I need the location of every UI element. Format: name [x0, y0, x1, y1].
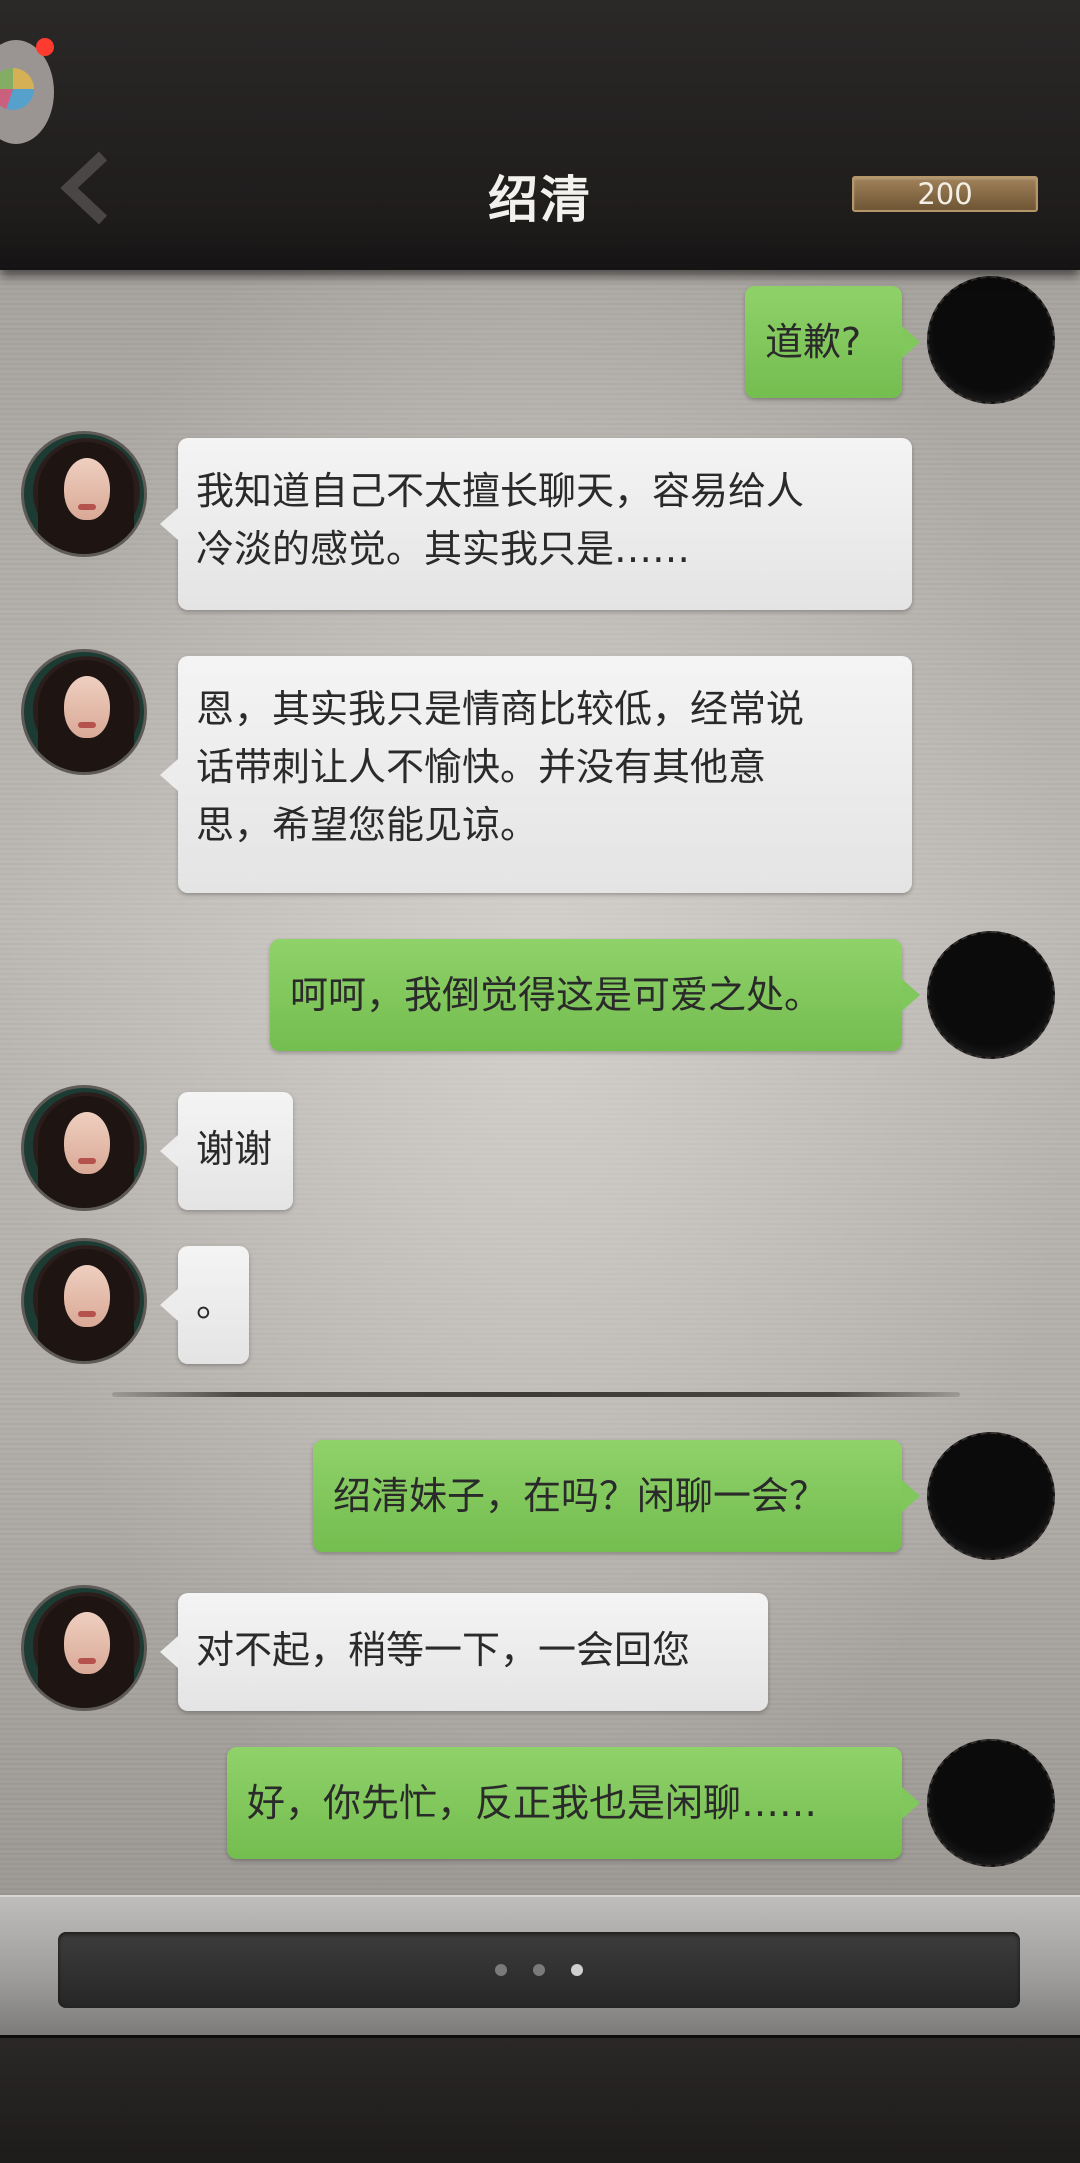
- typing-indicator-bar[interactable]: [58, 1932, 1020, 2008]
- contact-avatar[interactable]: [21, 649, 147, 775]
- outgoing-message-bubble: 道歉?: [745, 286, 920, 398]
- incoming-message-bubble: 。: [160, 1246, 249, 1364]
- chevron-left-icon: [60, 151, 108, 225]
- message-text: 呵呵，我倒觉得这是可爱之处。: [290, 973, 823, 1017]
- top-bar: 绍清 200: [0, 0, 1080, 270]
- app-launcher-icon: [0, 68, 34, 110]
- player-avatar[interactable]: [927, 931, 1055, 1059]
- player-avatar[interactable]: [927, 276, 1055, 404]
- message-line: 恩，其实我只是情商比较低，经常说: [196, 687, 805, 731]
- contact-avatar[interactable]: [21, 1238, 147, 1364]
- incoming-message-bubble: 我知道自己不太擅长聊天，容易给人 冷淡的感觉。其实我只是……: [160, 438, 912, 610]
- message-text: 。: [196, 1281, 235, 1325]
- chat-area[interactable]: 道歉? 我知道自己不太擅长聊天，容易给人 冷淡的感觉。其实我只是…… 恩，其实我…: [0, 270, 1080, 1895]
- bottom-bar: [0, 2035, 1080, 2163]
- contact-avatar[interactable]: [21, 1085, 147, 1211]
- incoming-message-bubble: 恩，其实我只是情商比较低，经常说 话带刺让人不愉快。并没有其他意 思，希望您能见…: [160, 656, 912, 893]
- incoming-message-bubble: 对不起，稍等一下，一会回您: [160, 1593, 768, 1711]
- reply-panel: [0, 1895, 1080, 2037]
- outgoing-message-bubble: 呵呵，我倒觉得这是可爱之处。: [270, 939, 920, 1051]
- message-text: 谢谢: [196, 1127, 273, 1171]
- typing-dot: [495, 1964, 507, 1976]
- message-line: 我知道自己不太擅长聊天，容易给人: [196, 469, 805, 513]
- contact-avatar[interactable]: [21, 1585, 147, 1711]
- contact-avatar[interactable]: [21, 431, 147, 557]
- player-avatar[interactable]: [927, 1739, 1055, 1867]
- conversation-divider: [112, 1392, 960, 1397]
- outgoing-message-bubble: 好，你先忙，反正我也是闲聊……: [227, 1747, 920, 1859]
- coin-balance-badge: 200: [852, 176, 1038, 212]
- notification-dot: [36, 38, 54, 56]
- message-text: 绍清妹子，在吗？闲聊一会？: [333, 1474, 828, 1518]
- incoming-message-bubble: 谢谢: [160, 1092, 293, 1210]
- message-line: 冷淡的感觉。其实我只是……: [196, 527, 691, 571]
- message-line: 思，希望您能见谅。: [196, 803, 539, 847]
- contact-name-title: 绍清: [488, 170, 592, 229]
- outgoing-message-bubble: 绍清妹子，在吗？闲聊一会？: [313, 1440, 920, 1552]
- player-avatar[interactable]: [927, 1432, 1055, 1560]
- typing-dot: [533, 1964, 545, 1976]
- typing-dot-active: [571, 1964, 583, 1976]
- message-text: 对不起，稍等一下，一会回您: [196, 1628, 691, 1672]
- message-text: 好，你先忙，反正我也是闲聊……: [247, 1781, 818, 1825]
- message-text: 道歉?: [765, 320, 862, 364]
- back-button[interactable]: [50, 148, 120, 228]
- message-line: 话带刺让人不愉快。并没有其他意: [196, 745, 767, 789]
